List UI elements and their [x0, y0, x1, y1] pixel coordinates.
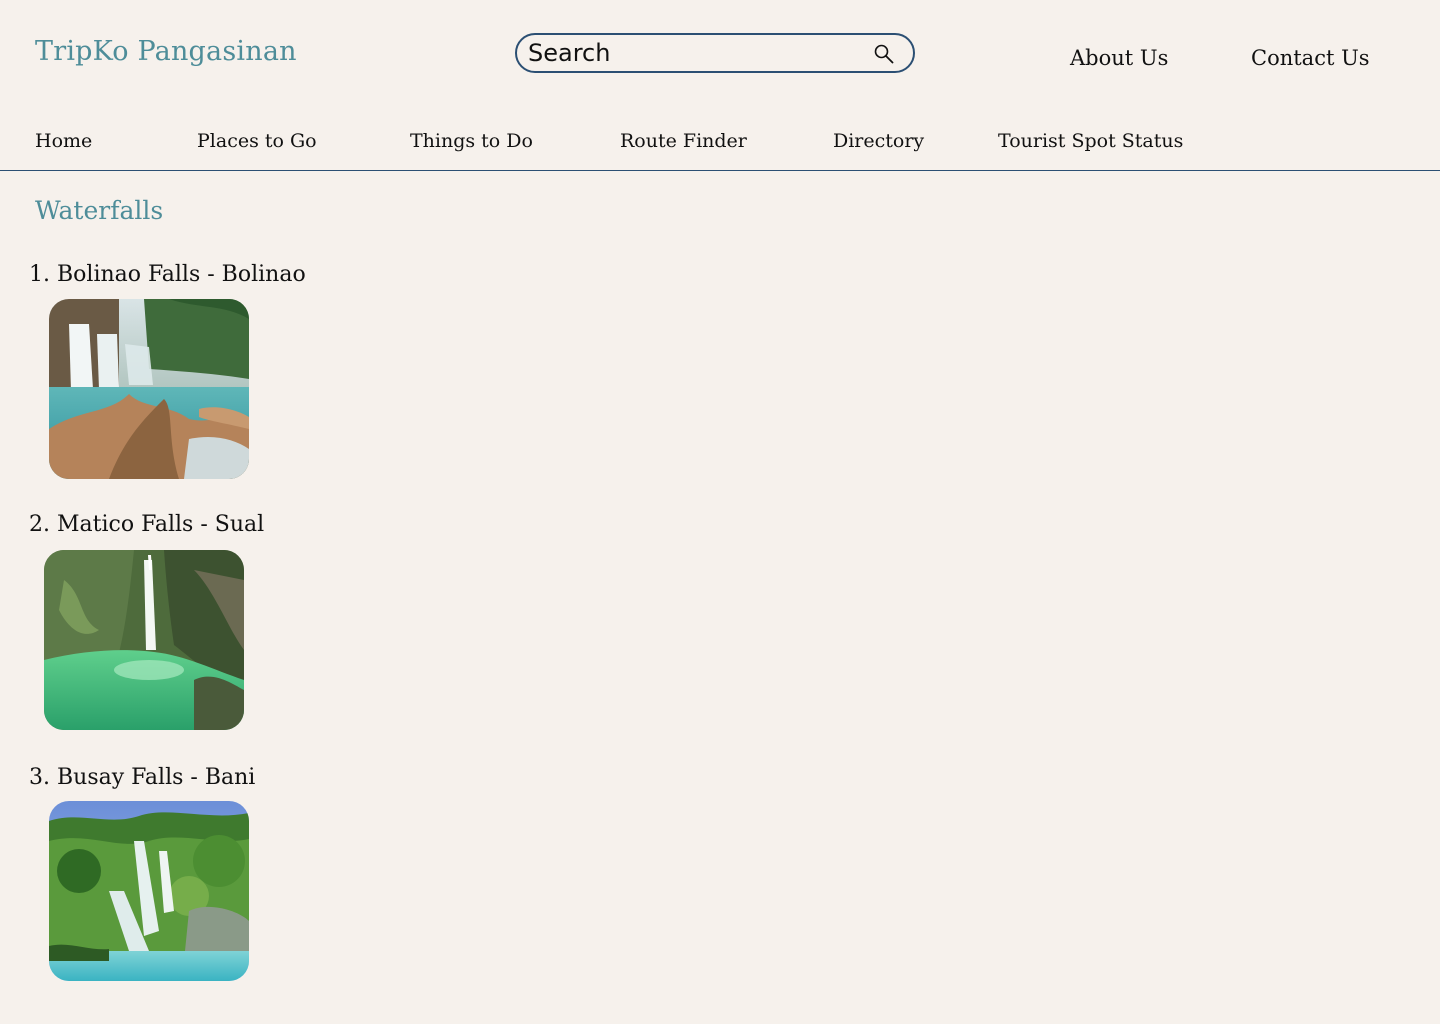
- nav-tourist-spot-status[interactable]: Tourist Spot Status: [998, 130, 1183, 152]
- list-item-label[interactable]: 2. Matico Falls - Sual: [29, 512, 264, 537]
- search-icon[interactable]: [873, 43, 895, 65]
- contact-us-link[interactable]: Contact Us: [1251, 46, 1370, 70]
- list-item-label[interactable]: 3. Busay Falls - Bani: [29, 765, 255, 790]
- search-bar: [515, 33, 915, 73]
- list-item-title: Bolinao Falls - Bolinao: [57, 262, 306, 287]
- nav-route-finder[interactable]: Route Finder: [620, 130, 747, 152]
- page: TripKo Pangasinan About Us Contact Us Ho…: [0, 0, 1440, 1024]
- list-item-number: 2.: [29, 512, 50, 537]
- waterfall-photo[interactable]: [49, 801, 249, 981]
- waterfall-photo[interactable]: [49, 299, 249, 479]
- nav-directory[interactable]: Directory: [833, 130, 924, 152]
- list-item-label[interactable]: 1. Bolinao Falls - Bolinao: [29, 262, 306, 287]
- brand-logo-link[interactable]: TripKo Pangasinan: [35, 36, 297, 67]
- list-item-number: 1.: [29, 262, 50, 287]
- about-us-link[interactable]: About Us: [1070, 46, 1168, 70]
- list-item-title: Matico Falls - Sual: [57, 512, 265, 537]
- list-item-title: Busay Falls - Bani: [57, 765, 256, 790]
- nav-divider: [0, 170, 1440, 171]
- list-item-number: 3.: [29, 765, 50, 790]
- nav-places-to-go[interactable]: Places to Go: [197, 130, 317, 152]
- search-input[interactable]: [528, 39, 858, 67]
- section-title: Waterfalls: [35, 196, 164, 225]
- nav-home[interactable]: Home: [35, 130, 92, 152]
- waterfall-photo[interactable]: [44, 550, 244, 730]
- nav-things-to-do[interactable]: Things to Do: [410, 130, 533, 152]
